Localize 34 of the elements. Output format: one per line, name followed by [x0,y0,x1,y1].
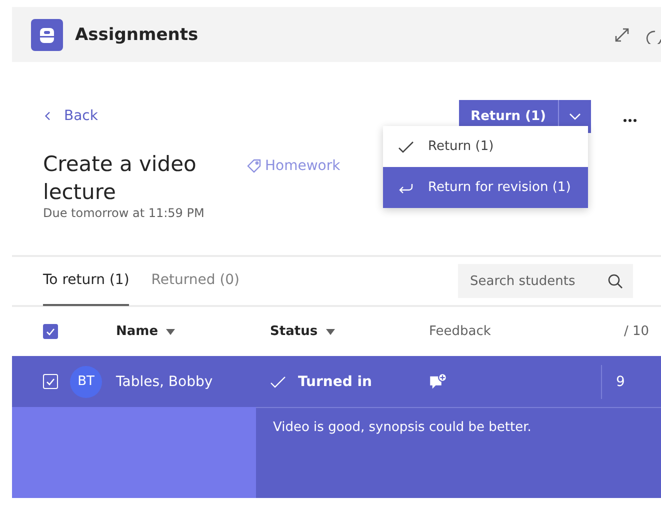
name-column-header[interactable]: Name [116,324,270,339]
expand-icon[interactable] [613,26,631,44]
category-tag: Homework [246,156,340,176]
avatar: BT [70,366,102,398]
checkmark-icon [398,138,414,154]
menu-item[interactable]: Return (1) [383,126,588,167]
back-link[interactable]: Back [42,108,459,124]
add-comment-icon[interactable] [429,372,447,390]
tab[interactable]: To return (1) [43,256,130,306]
app-title: Assignments [75,24,200,44]
checkmark-icon [45,376,56,387]
backpack-icon [31,18,63,50]
assignment-title: Create a video lecture [43,151,198,206]
checkmark-icon [270,374,286,390]
search-icon[interactable] [607,273,623,289]
feedback-column-header: Feedback [429,324,492,339]
student-name: Tables, Bobby [116,374,214,390]
sort-caret-icon [326,328,335,334]
row-checkbox[interactable] [43,374,58,389]
due-date: Due tomorrow at 11:59 PM [43,206,206,220]
sort-caret-icon [166,328,176,334]
more-icon [623,118,637,122]
menu-item[interactable]: Return for revision (1) [383,167,588,208]
points-field[interactable]: 9 [601,364,661,398]
select-all-checkbox[interactable] [43,324,58,339]
status-cell: Turned in [270,374,429,390]
tab[interactable]: Returned (0) [151,256,240,306]
student-row[interactable]: BT Tables, Bobby Turned in 9 [12,356,661,407]
feedback-field[interactable]: Video is good, synopsis could be better. [256,407,661,498]
search-field[interactable]: Search students [458,264,633,298]
points-column-header: / 10 [622,324,650,339]
tag-icon [246,158,262,174]
checkmark-icon [45,326,56,337]
status-column-header[interactable]: Status [270,324,429,339]
